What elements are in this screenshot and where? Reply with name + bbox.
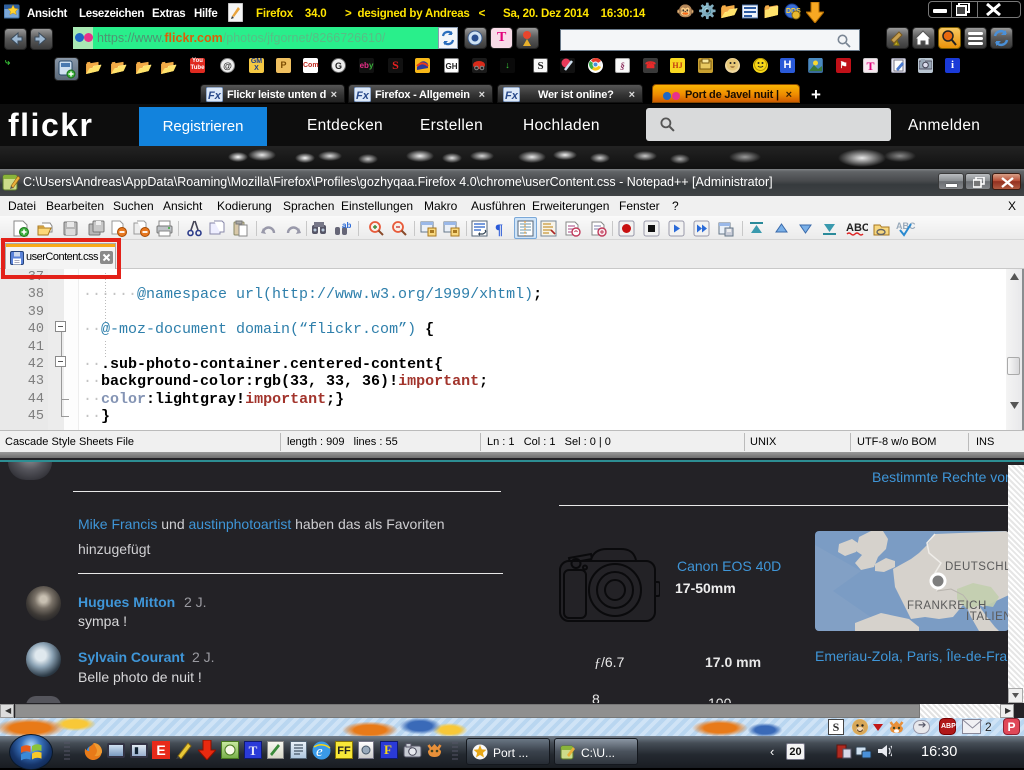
svg-text:Fx: Fx <box>208 90 222 102</box>
svg-text:¶: ¶ <box>495 222 503 237</box>
svg-text:Fx: Fx <box>505 90 519 102</box>
svg-text:e: e <box>316 744 323 760</box>
svg-text:!: ! <box>896 41 898 48</box>
svg-text:ABC: ABC <box>846 222 868 234</box>
svg-text:ABC: ABC <box>896 221 916 231</box>
svg-text:ITALIEN: ITALIEN <box>966 611 1009 623</box>
svg-text:ab: ab <box>342 221 351 230</box>
svg-text:DEUTSCHLAN: DEUTSCHLAN <box>945 561 1009 573</box>
svg-text:Fx: Fx <box>356 90 370 102</box>
